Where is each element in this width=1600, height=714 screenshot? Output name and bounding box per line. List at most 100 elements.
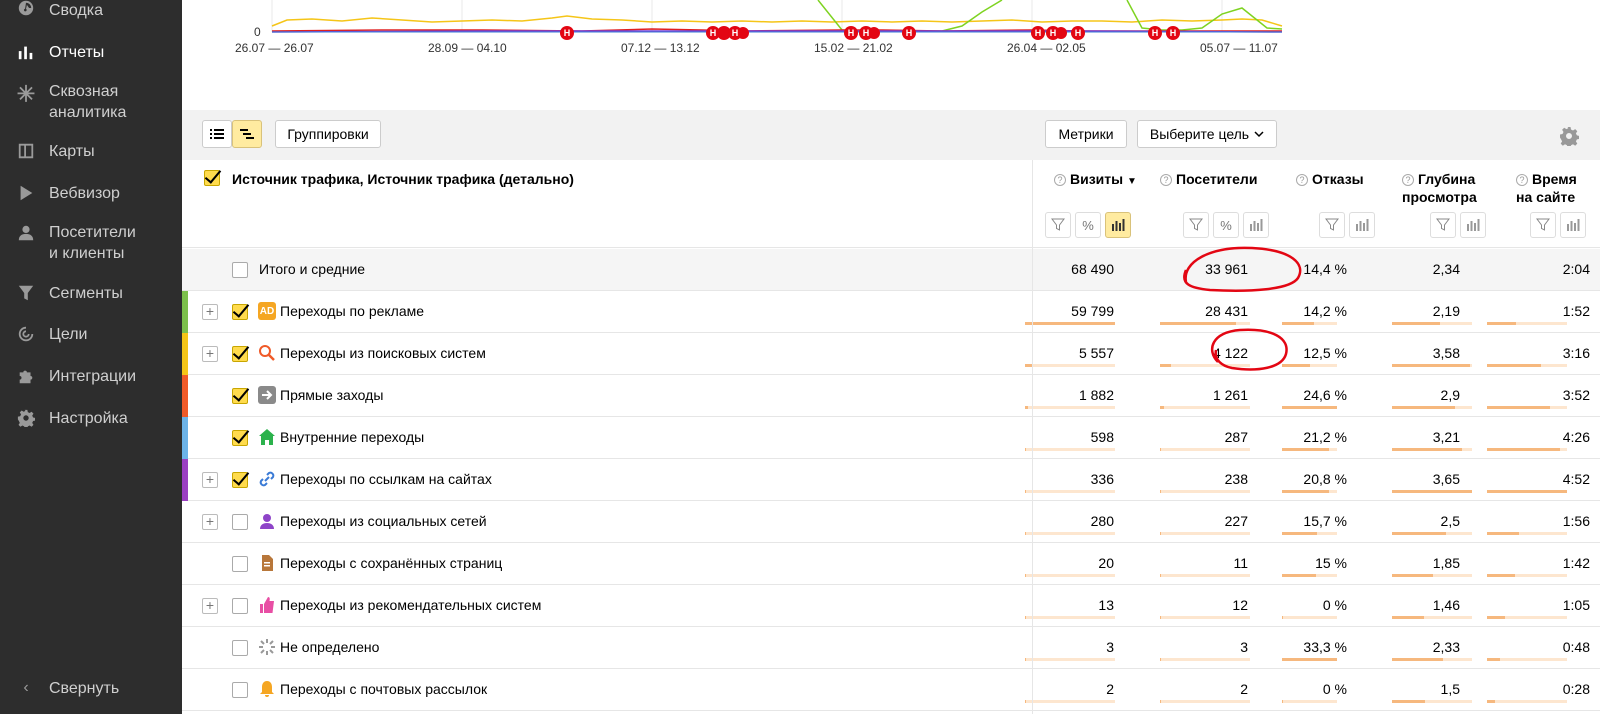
row-checkbox[interactable] [232, 556, 248, 572]
cell-time: 1:05 [1562, 597, 1590, 613]
chart-toggle-button[interactable] [1243, 212, 1269, 238]
row-label[interactable]: Переходы по ссылкам на сайтах [280, 471, 492, 487]
cell-depth: 1,5 [1440, 681, 1460, 697]
tree-view-button[interactable] [232, 120, 262, 148]
column-header-bounce[interactable]: ? Отказы [1296, 170, 1364, 188]
note-marker-label: Н [1050, 28, 1057, 38]
value-bar [1487, 616, 1567, 619]
table-row[interactable]: Переходы с почтовых рассылок 2 2 0 % 1,5 0:28 [182, 669, 1600, 711]
expand-button[interactable]: + [202, 304, 218, 320]
cell-depth: 2,19 [1432, 303, 1460, 319]
value-bar [1392, 658, 1472, 661]
row-label[interactable]: Переходы из социальных сетей [280, 513, 487, 529]
target-icon [16, 324, 36, 344]
table-row[interactable]: Внутренние переходы 598 287 21,2 % 3,21 4:26 [182, 417, 1600, 459]
table-row[interactable]: + Переходы по ссылкам на сайтах 336 238 20,8… [182, 459, 1600, 501]
value-bar [1160, 406, 1250, 409]
goal-select[interactable]: Выберите цель [1137, 120, 1277, 148]
chart-toggle-button[interactable] [1560, 212, 1586, 238]
value-bar [1160, 616, 1250, 619]
value-bar-fill [1392, 574, 1433, 577]
value-bar [1487, 406, 1567, 409]
value-bar [1392, 574, 1472, 577]
row-label[interactable]: Внутренние переходы [280, 429, 424, 445]
row-checkbox[interactable] [232, 472, 248, 488]
row-label[interactable]: Переходы с почтовых рассылок [280, 681, 487, 697]
bell-icon [258, 680, 276, 698]
cell-visitors: 11 [1233, 555, 1248, 571]
expand-button[interactable]: + [202, 514, 218, 530]
chart-toggle-button[interactable] [1460, 212, 1486, 238]
table-row[interactable]: Прямые заходы 1 882 1 261 24,6 % 2,9 3:52 [182, 375, 1600, 417]
percent-icon: % [1082, 217, 1094, 233]
chevron-down-icon [1254, 131, 1264, 138]
percent-button[interactable]: % [1075, 212, 1101, 238]
row-checkbox[interactable] [232, 388, 248, 404]
thumbs-up-icon [258, 596, 276, 614]
table-row[interactable]: Не определено 3 3 33,3 % 2,33 0:48 [182, 627, 1600, 669]
table-row[interactable]: + Переходы из поисковых систем 5 557 4 122 1… [182, 333, 1600, 375]
select-all-checkbox[interactable] [204, 170, 220, 186]
row-checkbox[interactable] [232, 640, 248, 656]
chart-toggle-button[interactable] [1105, 212, 1131, 238]
filter-button[interactable] [1530, 212, 1556, 238]
row-checkbox[interactable] [232, 682, 248, 698]
column-header-visits[interactable]: ? Визиты ▼ [1054, 170, 1137, 191]
cell-bounce: 15,7 % [1303, 513, 1347, 529]
row-label[interactable]: Прямые заходы [280, 387, 383, 403]
filter-icon [1189, 218, 1203, 231]
value-bar [1025, 532, 1115, 535]
row-checkbox[interactable] [232, 514, 248, 530]
row-checkbox[interactable] [232, 304, 248, 320]
nav-label: Сводка [49, 2, 104, 19]
table-settings-gear-icon[interactable] [1559, 126, 1579, 146]
filter-button[interactable] [1183, 212, 1209, 238]
table-row[interactable]: + Переходы из социальных сетей 280 227 15,7 … [182, 501, 1600, 543]
metrics-button[interactable]: Метрики [1045, 120, 1127, 148]
value-bar-fill [1487, 532, 1519, 535]
value-bar-fill [1160, 406, 1164, 409]
value-bar [1392, 490, 1472, 493]
table-row[interactable]: + AD Переходы по рекламе 59 799 28 431 14,2 %… [182, 291, 1600, 333]
row-checkbox[interactable] [232, 430, 248, 446]
row-label[interactable]: Переходы по рекламе [280, 303, 424, 319]
row-checkbox[interactable] [232, 598, 248, 614]
column-header-depth[interactable]: ? Глубина просмотра [1402, 170, 1512, 206]
row-label[interactable]: Переходы из поисковых систем [280, 345, 486, 361]
row-label[interactable]: Не определено [280, 639, 379, 655]
list-view-button[interactable] [202, 120, 232, 148]
value-bar-fill [1392, 490, 1472, 493]
cell-visits: 336 [1090, 471, 1114, 487]
expand-button[interactable]: + [202, 598, 218, 614]
cell-visitors: 28 431 [1205, 303, 1248, 319]
bar-chart-icon [16, 42, 36, 62]
value-bar [1392, 700, 1472, 703]
cell-depth: 3,21 [1432, 429, 1460, 445]
table-row[interactable]: Переходы с сохранённых страниц 20 11 15 % 1,… [182, 543, 1600, 585]
row-checkbox[interactable] [232, 262, 248, 278]
value-bar [1487, 574, 1567, 577]
groupings-button[interactable]: Группировки [275, 120, 381, 148]
filter-button[interactable] [1045, 212, 1071, 238]
filter-button[interactable] [1319, 212, 1345, 238]
value-bar [1025, 700, 1115, 703]
cell-visits: 20 [1098, 555, 1114, 571]
expand-button[interactable]: + [202, 346, 218, 362]
column-header-visitors[interactable]: ? Посетители [1160, 170, 1257, 188]
value-bar-fill [1160, 448, 1161, 451]
table-row[interactable]: + Переходы из рекомендательных систем 13 12… [182, 585, 1600, 627]
percent-button[interactable]: % [1213, 212, 1239, 238]
value-bar-fill [1282, 448, 1329, 451]
row-label[interactable]: Переходы с сохранённых страниц [280, 555, 502, 571]
chart-toggle-button[interactable] [1349, 212, 1375, 238]
expand-button[interactable]: + [202, 472, 218, 488]
row-checkbox[interactable] [232, 346, 248, 362]
row-label[interactable]: Переходы из рекомендательных систем [280, 597, 541, 613]
dimension-header[interactable]: Источник трафика, Источник трафика (дета… [232, 170, 574, 188]
cell-time: 4:52 [1562, 471, 1590, 487]
value-bar [1487, 490, 1567, 493]
total-bounce: 14,4 % [1303, 261, 1347, 277]
column-header-time[interactable]: ? Время на сайте [1516, 170, 1600, 206]
cell-visitors: 4 122 [1212, 345, 1248, 361]
filter-button[interactable] [1430, 212, 1456, 238]
